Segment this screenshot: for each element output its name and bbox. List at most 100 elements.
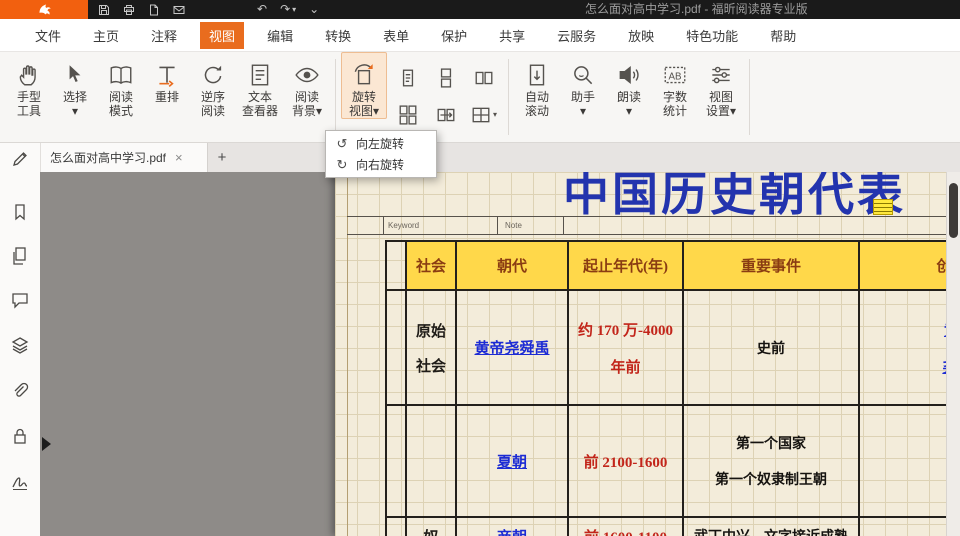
auto-scroll-button[interactable]: 自动 滚动 xyxy=(514,52,560,119)
window-title: 怎么面对高中学习.pdf - 福昕阅读器专业版 xyxy=(585,0,808,19)
save-button[interactable] xyxy=(98,4,110,16)
fox-icon xyxy=(37,2,52,17)
print-button[interactable] xyxy=(123,4,135,16)
table-row: 原始 社会 黄帝尧舜禹 约 170 万-4000 年前 史前 黄帝 尧|舜 xyxy=(387,291,960,406)
assistant-button[interactable]: 助手 ▾ xyxy=(560,52,606,119)
rotate-left-label: 向左旋转 xyxy=(356,135,404,152)
read-mode-label: 阅读 xyxy=(109,90,133,104)
menu-view[interactable]: 视图 xyxy=(200,22,244,49)
book-icon xyxy=(108,60,134,90)
header-margin-cell xyxy=(387,242,407,289)
facing-view-button[interactable] xyxy=(469,61,499,94)
select-tool-label: 选择 xyxy=(63,90,87,104)
event-text: 第一个国家 xyxy=(736,433,806,453)
pages-panel-button[interactable] xyxy=(9,245,31,267)
scrollbar-thumb[interactable] xyxy=(949,183,958,238)
dynasty-link[interactable]: 商朝 xyxy=(497,526,527,536)
view-settings-label: 视图 xyxy=(709,90,733,104)
single-page-view-button[interactable] xyxy=(393,61,423,94)
pencil-icon xyxy=(10,149,30,169)
menu-form[interactable]: 表单 xyxy=(374,22,418,49)
signature-panel-button[interactable] xyxy=(9,471,31,493)
menu-presentation[interactable]: 放映 xyxy=(619,22,663,49)
margin-cell xyxy=(387,518,407,536)
reverse-facing-view-button[interactable] xyxy=(431,98,461,131)
pdf-page[interactable]: 中国历史朝代表 Keyword Note 社会 朝代 起止年代(年) 重要事件 … xyxy=(335,172,960,536)
facing-pages-icon xyxy=(474,68,494,88)
document-button[interactable] xyxy=(148,4,160,16)
menu-edit[interactable]: 编辑 xyxy=(258,22,302,49)
menu-file[interactable]: 文件 xyxy=(26,22,70,49)
vertical-scrollbar[interactable] xyxy=(946,172,960,536)
view-settings-button[interactable]: 视图 设置▾ xyxy=(698,52,744,119)
select-cursor-icon xyxy=(62,60,88,90)
security-panel-button[interactable] xyxy=(9,425,31,447)
continuous-view-button[interactable] xyxy=(431,61,461,94)
foxit-logo[interactable] xyxy=(0,0,88,19)
menu-protect[interactable]: 保护 xyxy=(432,22,476,49)
title-bar: ↶ ↷ ▾ ⌄ 怎么面对高中学习.pdf - 福昕阅读器专业版 xyxy=(0,0,960,19)
rotate-view-button[interactable]: 旋转 视图▾ xyxy=(341,52,387,119)
menu-item-rotate-right[interactable]: ↻ 向右旋转 xyxy=(326,154,436,175)
auto-scroll-label: 自动 xyxy=(525,90,549,104)
new-tab-button[interactable]: + xyxy=(208,143,236,172)
header-period: 起止年代(年) xyxy=(569,242,684,289)
reflow-button[interactable]: 重排 xyxy=(144,52,190,105)
dynasty-link[interactable]: 夏朝 xyxy=(497,451,527,472)
menu-item-rotate-left[interactable]: ↺ 向左旋转 xyxy=(326,133,436,154)
menu-home[interactable]: 主页 xyxy=(84,22,128,49)
strip-divider xyxy=(383,217,384,234)
text-viewer-button[interactable]: 文本 查看器 xyxy=(236,52,284,119)
bookmarks-panel-button[interactable] xyxy=(9,201,31,223)
layers-panel-button[interactable] xyxy=(9,334,31,356)
read-background-button[interactable]: 阅读 背景▾ xyxy=(284,52,330,119)
menu-share[interactable]: 共享 xyxy=(490,22,534,49)
redo-dropdown-arrow-icon: ▾ xyxy=(292,0,296,19)
split-view-button[interactable]: ▾ xyxy=(469,98,499,131)
annotate-panel-button[interactable] xyxy=(9,148,31,170)
document-viewport[interactable]: 中国历史朝代表 Keyword Note 社会 朝代 起止年代(年) 重要事件 … xyxy=(40,172,960,536)
facing-continuous-view-button[interactable] xyxy=(393,98,423,131)
auto-scroll-icon xyxy=(524,60,550,90)
paperclip-icon xyxy=(10,381,30,401)
bookmark-icon xyxy=(10,202,30,222)
document-tab[interactable]: 怎么面对高中学习.pdf × xyxy=(40,143,208,172)
redo-button[interactable]: ↷ ▾ xyxy=(280,0,296,19)
word-count-button[interactable]: AB 字数 统计 xyxy=(652,52,698,119)
read-aloud-button[interactable]: 朗读 ▾ xyxy=(606,52,652,119)
cell-dynasty: 黄帝尧舜禹 xyxy=(457,291,569,404)
tab-close-button[interactable]: × xyxy=(175,150,183,165)
comment-bubble-icon xyxy=(10,290,30,310)
customize-toolbar-button[interactable]: ⌄ xyxy=(309,0,319,19)
reverse-read-label-2: 阅读 xyxy=(201,104,225,118)
table-row: 奴 商朝 前 1600-1100 武丁中兴，文字接近成熟 汤 xyxy=(387,518,960,536)
comments-panel-button[interactable] xyxy=(9,289,31,311)
margin-cell xyxy=(387,291,407,404)
select-tool-button[interactable]: 选择 ▾ xyxy=(52,52,98,119)
reverse-read-icon xyxy=(200,60,226,90)
mail-button[interactable] xyxy=(173,4,185,16)
strip-divider xyxy=(563,217,564,234)
eye-icon xyxy=(294,60,320,90)
sticky-note-icon[interactable] xyxy=(873,199,893,215)
reverse-read-button[interactable]: 逆序 阅读 xyxy=(190,52,236,119)
sidebar-expander-arrow[interactable] xyxy=(42,437,51,451)
history-table: 社会 朝代 起止年代(年) 重要事件 创建人 原始 社会 黄帝尧舜禹 约 170… xyxy=(385,240,960,536)
attachments-panel-button[interactable] xyxy=(9,380,31,402)
page-display-group: ▾ xyxy=(393,61,499,131)
rotate-right-icon: ↻ xyxy=(335,157,349,173)
menu-convert[interactable]: 转换 xyxy=(316,22,360,49)
cell-society: 奴 xyxy=(407,518,457,536)
menu-help[interactable]: 帮助 xyxy=(761,22,805,49)
menu-cloud[interactable]: 云服务 xyxy=(548,22,605,49)
read-mode-button[interactable]: 阅读 模式 xyxy=(98,52,144,119)
split-view-icon xyxy=(471,105,491,125)
menu-features[interactable]: 特色功能 xyxy=(677,22,747,49)
table-row: 夏朝 前 2100-1600 第一个国家 第一个奴隶制王朝 启 xyxy=(387,406,960,518)
reflow-icon xyxy=(154,60,180,90)
undo-button[interactable]: ↶ xyxy=(257,0,267,19)
dynasty-link[interactable]: 黄帝尧舜禹 xyxy=(474,337,549,358)
word-count-label-2: 统计 xyxy=(663,104,687,118)
menu-comment[interactable]: 注释 xyxy=(142,22,186,49)
hand-tool-button[interactable]: 手型 工具 xyxy=(6,52,52,119)
